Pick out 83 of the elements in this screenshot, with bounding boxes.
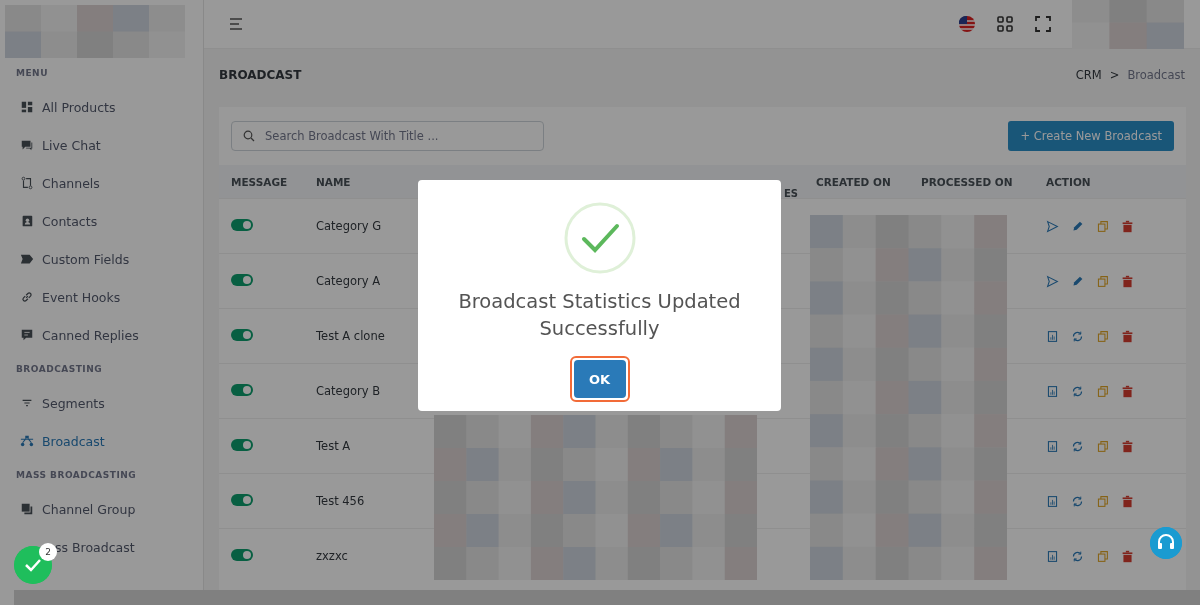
sidebar-item[interactable]: Contacts xyxy=(0,202,203,240)
toggle-switch[interactable] xyxy=(231,218,253,231)
breadcrumb-separator: > xyxy=(1109,68,1120,82)
edit-icon[interactable] xyxy=(1071,274,1084,288)
breadcrumb-link[interactable]: CRM xyxy=(1075,68,1102,82)
breadcrumb-current: Broadcast xyxy=(1127,68,1185,82)
scrollbar[interactable] xyxy=(14,590,1200,605)
section-heading: BROADCASTING xyxy=(15,363,104,376)
toggle-switch[interactable] xyxy=(231,328,253,341)
copy-icon[interactable] xyxy=(1096,329,1109,343)
dialog-message: Broadcast Statistics Updated Successfully xyxy=(457,289,742,342)
report-icon[interactable] xyxy=(1046,329,1059,343)
refresh-icon[interactable] xyxy=(1071,439,1084,453)
broadcast-icon xyxy=(20,434,34,448)
table-cell: Category A xyxy=(316,274,381,288)
copy-icon[interactable] xyxy=(1096,549,1109,563)
chat-icon xyxy=(20,138,34,152)
checkmark-icon xyxy=(563,202,636,274)
report-icon[interactable] xyxy=(1046,439,1059,453)
column-header: CREATED ON xyxy=(804,165,909,199)
delete-icon[interactable] xyxy=(1121,494,1134,508)
reply-icon xyxy=(20,328,34,342)
page-title: BROADCAST xyxy=(219,68,303,82)
sidebar-item[interactable]: Channels xyxy=(0,164,203,202)
report-icon[interactable] xyxy=(1046,549,1059,563)
table-cell: Test A xyxy=(316,439,351,453)
column-header: PROCESSED ON xyxy=(909,165,1034,199)
table-cell: Test A clone xyxy=(316,329,385,343)
copy-icon[interactable] xyxy=(1096,384,1109,398)
table-cell: Category B xyxy=(316,384,381,398)
send-icon[interactable] xyxy=(1046,219,1059,233)
sidebar-item[interactable]: Custom Fields xyxy=(0,240,203,278)
contact-icon xyxy=(20,214,34,228)
report-icon[interactable] xyxy=(1046,384,1059,398)
flow-icon xyxy=(20,176,34,190)
copy-icon[interactable] xyxy=(1096,274,1109,288)
sidebar-item[interactable]: Segments xyxy=(0,384,203,422)
sidebar-item[interactable]: Live Chat xyxy=(0,126,203,164)
toggle-switch[interactable] xyxy=(231,438,253,451)
refresh-icon[interactable] xyxy=(1071,549,1084,563)
stack-icon xyxy=(20,502,34,516)
copy-icon[interactable] xyxy=(1096,219,1109,233)
copy-icon[interactable] xyxy=(1096,494,1109,508)
delete-icon[interactable] xyxy=(1121,329,1134,343)
refresh-icon[interactable] xyxy=(1071,384,1084,398)
sidebar-item[interactable]: Broadcast xyxy=(0,422,203,460)
sidebar-item[interactable]: Channel Group xyxy=(0,490,203,528)
apps-icon[interactable] xyxy=(996,15,1014,33)
table-cell: Category G xyxy=(316,219,382,233)
grid-icon xyxy=(20,100,34,114)
column-header: MESSAGE xyxy=(219,165,304,199)
delete-icon[interactable] xyxy=(1121,549,1134,563)
sidebar-item[interactable]: Canned Replies xyxy=(0,316,203,354)
sidebar-item[interactable]: All Products xyxy=(0,88,203,126)
delete-icon[interactable] xyxy=(1121,274,1134,288)
edit-icon[interactable] xyxy=(1071,219,1084,233)
section-heading: MENU xyxy=(15,67,49,80)
delete-icon[interactable] xyxy=(1121,219,1134,233)
link-icon xyxy=(20,290,34,304)
table-cell: Test 456 xyxy=(316,494,365,508)
toggle-switch[interactable] xyxy=(231,383,253,396)
search-icon xyxy=(243,130,255,142)
sidebar-item[interactable]: Event Hooks xyxy=(0,278,203,316)
section-heading: MASS BROADCASTING xyxy=(15,469,138,482)
toggle-switch[interactable] xyxy=(231,273,253,286)
column-header: ACTION xyxy=(1034,165,1186,199)
delete-icon[interactable] xyxy=(1121,439,1134,453)
report-icon[interactable] xyxy=(1046,494,1059,508)
ok-button[interactable]: OK xyxy=(573,360,626,398)
toggle-switch[interactable] xyxy=(231,493,253,506)
create-broadcast-button[interactable]: + Create New Broadcast xyxy=(1008,121,1174,151)
table-cell: zxzxc xyxy=(316,549,348,563)
column-header: ES xyxy=(784,188,799,199)
refresh-icon[interactable] xyxy=(1071,494,1084,508)
delete-icon[interactable] xyxy=(1121,384,1134,398)
search-field[interactable]: Search Broadcast With Title ... xyxy=(231,121,544,151)
tag-icon xyxy=(20,252,34,266)
flag-icon[interactable] xyxy=(958,15,976,33)
refresh-icon[interactable] xyxy=(1071,329,1084,343)
toggle-switch[interactable] xyxy=(231,548,253,561)
fullscreen-icon[interactable] xyxy=(1034,15,1052,33)
copy-icon[interactable] xyxy=(1096,439,1109,453)
send-icon[interactable] xyxy=(1046,274,1059,288)
